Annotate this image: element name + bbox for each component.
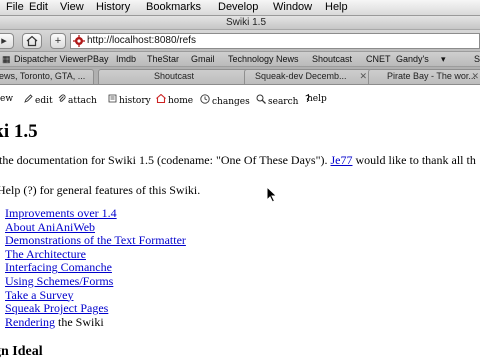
swiki-search-link[interactable]: search [256, 94, 298, 107]
intro-text-continued: would like to thank all th [352, 153, 476, 167]
list-item: The Architecture [5, 247, 186, 262]
bookmark-technology-news[interactable]: Technology News [228, 54, 299, 64]
magnifier-icon [256, 94, 266, 104]
menu-file[interactable]: File [6, 1, 24, 13]
clock-icon [200, 94, 210, 104]
swiki-view-link[interactable]: ew [0, 94, 13, 104]
swiki-changes-link[interactable]: changes [200, 94, 250, 107]
swiki-favicon-icon [73, 35, 85, 47]
link-comanche[interactable]: Interfacing Comanche [5, 260, 112, 275]
link-suffix-text: the Swiki [55, 314, 104, 329]
tab-label: ews, Toronto, GTA, ... [0, 71, 86, 81]
tab-close-icon[interactable]: ✕ [471, 70, 479, 83]
bookmark-thestar[interactable]: TheStar [147, 54, 179, 64]
section-heading: gn Ideal [0, 344, 43, 359]
link-improvements[interactable]: Improvements over 1.4 [5, 206, 117, 220]
history-scroll-icon [108, 94, 117, 103]
window-title-bar: Swiki 1.5 [0, 16, 480, 30]
swiki-history-link[interactable]: history [108, 94, 151, 106]
link-survey[interactable]: Take a Survey [5, 288, 73, 302]
link-architecture[interactable]: The Architecture [5, 247, 86, 261]
home-icon [156, 93, 166, 104]
window-title: Swiki 1.5 [225, 17, 266, 28]
bookmark-cnet[interactable]: CNET [366, 54, 391, 64]
paperclip-icon [58, 94, 66, 102]
help-paragraph: k Help (?) for general features of this … [0, 183, 201, 197]
intro-text: is the documentation for Swiki 1.5 (code… [0, 153, 331, 167]
bookmark-shoutcast[interactable]: Shoutcast [312, 54, 352, 64]
edit-pencil-icon [24, 94, 33, 103]
bookmark-imdb[interactable]: Imdb [116, 54, 136, 64]
menu-view[interactable]: View [60, 1, 84, 13]
tab-label: Shoutcast [153, 71, 195, 81]
list-item: Squeak Project Pages [5, 301, 186, 316]
home-icon [26, 35, 38, 47]
list-item: Rendering the Swiki [5, 314, 186, 330]
author-link[interactable]: Je77 [331, 153, 353, 167]
tab-pirate-bay[interactable]: Pirate Bay - The wor... ✕ [368, 69, 480, 84]
menu-edit[interactable]: Edit [29, 1, 48, 13]
forward-arrow-icon: ▸ [1, 35, 7, 47]
menu-develop[interactable]: Develop [218, 1, 258, 13]
bookmark-dispatcher-viewer[interactable]: Dispatcher Viewer [14, 54, 87, 64]
list-item: About AniAniWeb [5, 220, 186, 235]
documentation-link-list: Improvements over 1.4 About AniAniWeb De… [5, 206, 186, 330]
tab-shoutcast[interactable]: Shoutcast [98, 69, 250, 84]
link-text-formatter[interactable]: Demonstrations of the Text Formatter [5, 233, 186, 247]
web-page-content: ew edit attach history home changes sear… [0, 86, 480, 360]
tab-label: Squeak-dev Decemb... [255, 71, 347, 81]
page-title: iki 1.5 [0, 121, 38, 142]
forward-button[interactable]: ▸ [0, 33, 14, 49]
home-button[interactable] [22, 33, 42, 49]
swiki-edit-link[interactable]: edit [24, 94, 53, 106]
swiki-home-link[interactable]: home [156, 93, 193, 106]
bookmark-pbay[interactable]: PBay [87, 54, 109, 64]
bookmark-truncated[interactable]: S [474, 54, 480, 64]
bookmarks-bar: ▦ Dispatcher Viewer PBay Imdb TheStar Gm… [0, 52, 480, 67]
list-item: Take a Survey [5, 288, 186, 303]
add-bookmark-button[interactable]: + [50, 33, 66, 49]
tab-bar: ews, Toronto, GTA, ... Shoutcast Squeak-… [0, 67, 480, 85]
question-mark-icon: ? [305, 94, 311, 105]
navigation-toolbar: ▸ + http://localhost:8080/refs [0, 30, 480, 52]
menu-bookmarks[interactable]: Bookmarks [146, 1, 201, 13]
bookmarks-grid-icon[interactable]: ▦ [2, 54, 11, 65]
menu-help[interactable]: Help [325, 1, 348, 13]
tab-close-icon[interactable]: ✕ [359, 70, 367, 83]
list-item: Demonstrations of the Text Formatter [5, 233, 186, 248]
link-rendering[interactable]: Rendering [5, 315, 55, 329]
address-text: http://localhost:8080/refs [87, 35, 196, 46]
menu-window[interactable]: Window [273, 1, 312, 13]
add-bookmark-label: + [54, 35, 62, 47]
bookmark-gandys[interactable]: Gandy's [396, 54, 429, 64]
link-schemes-forms[interactable]: Using Schemes/Forms [5, 274, 113, 288]
intro-paragraph: is the documentation for Swiki 1.5 (code… [0, 153, 476, 168]
link-squeak-projects[interactable]: Squeak Project Pages [5, 301, 108, 315]
link-about-aniani[interactable]: About AniAniWeb [5, 220, 95, 234]
mouse-pointer-icon [266, 186, 278, 203]
list-item: Using Schemes/Forms [5, 274, 186, 289]
menu-bar: File Edit View History Bookmarks Develop… [0, 0, 480, 16]
swiki-attach-link[interactable]: attach [58, 94, 97, 106]
tab-label: Pirate Bay - The wor... [387, 71, 476, 81]
list-item: Improvements over 1.4 [5, 206, 186, 221]
address-bar[interactable]: http://localhost:8080/refs [70, 33, 480, 49]
swiki-help-link[interactable]: ? help [305, 94, 327, 105]
tab-squeak-dev[interactable]: Squeak-dev Decemb... ✕ [244, 69, 372, 84]
bookmark-gmail[interactable]: Gmail [191, 54, 215, 64]
tab-news[interactable]: ews, Toronto, GTA, ... [0, 69, 94, 84]
bookmark-more-chevron-icon[interactable]: ▾ [441, 54, 446, 65]
menu-history[interactable]: History [96, 1, 130, 13]
list-item: Interfacing Comanche [5, 261, 186, 275]
